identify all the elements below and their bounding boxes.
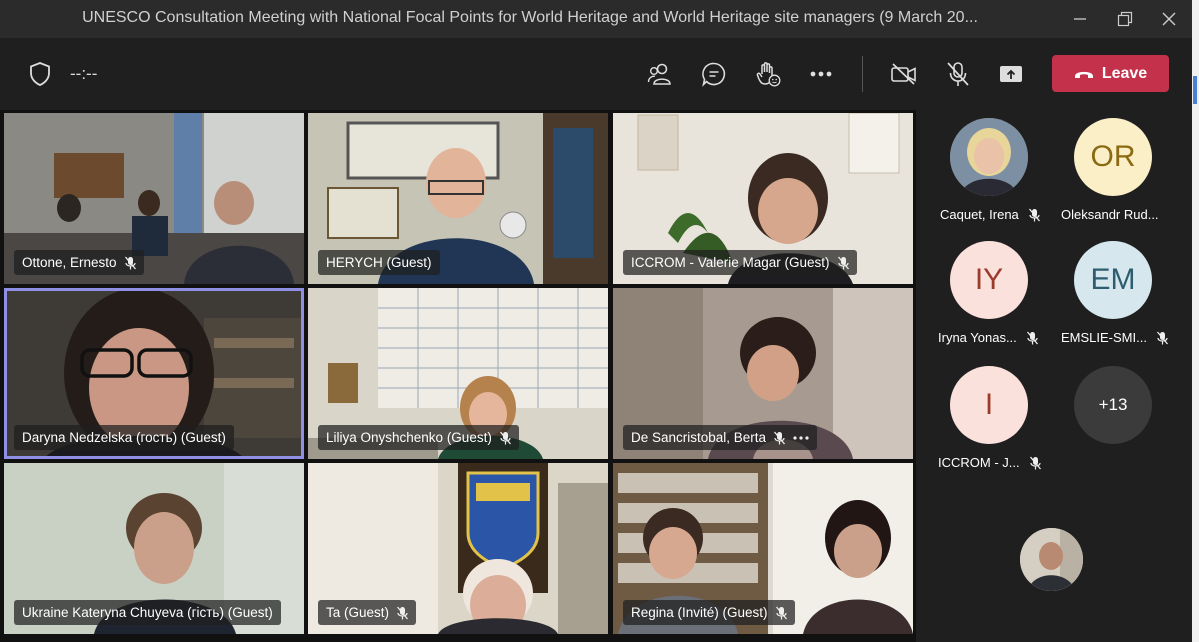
tile-label: Ottone, Ernesto	[14, 250, 144, 275]
tile-label: ICCROM - Valerie Magar (Guest)	[623, 250, 857, 275]
participant-name: ICCROM - J...	[938, 455, 1020, 470]
chat-icon[interactable]	[698, 58, 730, 90]
window-title: UNESCO Consultation Meeting with Nationa…	[82, 9, 978, 26]
tile-label: Ta (Guest)	[318, 600, 417, 625]
participant-name: Caquet, Irena	[940, 207, 1019, 222]
avatar-initials: I	[984, 388, 994, 421]
close-icon[interactable]	[1156, 6, 1182, 32]
avatar[interactable]	[950, 118, 1028, 196]
scrollbar[interactable]	[1192, 0, 1199, 642]
video-tile[interactable]: ICCROM - Valerie Magar (Guest)	[613, 113, 913, 284]
video-tile[interactable]: Ta (Guest)	[308, 463, 608, 634]
tile-label: HERYCH (Guest)	[318, 250, 440, 275]
avatar[interactable]: EM	[1074, 241, 1152, 319]
muted-mic-icon	[837, 256, 849, 269]
tile-label: Liliya Onyshchenko (Guest)	[318, 425, 519, 450]
participant-name: Ukraine Kateryna Chuyeva (гість) (Guest)	[22, 605, 273, 620]
video-tile[interactable]: Liliya Onyshchenko (Guest)	[308, 288, 608, 459]
avatar[interactable]: I	[950, 366, 1028, 444]
phone-hangup-icon	[1074, 71, 1093, 78]
participant-name: Oleksandr Rud...	[1061, 207, 1159, 222]
participant-name: Ta (Guest)	[326, 605, 390, 620]
tile-label: Ukraine Kateryna Chuyeva (гість) (Guest)	[14, 600, 281, 625]
video-tile[interactable]: Ottone, Ernesto	[4, 113, 304, 284]
participant-name: EMSLIE-SMI...	[1061, 330, 1147, 345]
meeting-timer: --:--	[70, 64, 98, 83]
scroll-thumb[interactable]	[1193, 76, 1197, 104]
meeting-toolbar: --:-- Leave	[0, 38, 1192, 110]
more-participants-button[interactable]: +13	[1074, 366, 1152, 444]
participant-name: Daryna Nedzelska (гость) (Guest)	[22, 430, 226, 445]
participant-roster: Caquet, Irena OR Oleksandr Rud... IY Iry…	[920, 110, 1192, 642]
restore-icon[interactable]	[1112, 6, 1138, 32]
participant-options-icon[interactable]	[793, 435, 809, 440]
leave-button[interactable]: Leave	[1052, 55, 1169, 92]
video-tile[interactable]: Regina (Invité) (Guest)	[613, 463, 913, 634]
share-screen-icon[interactable]	[995, 58, 1027, 90]
toolbar-divider	[862, 56, 863, 92]
participant-name: De Sancristobal, Berta	[631, 430, 767, 445]
muted-mic-icon	[1156, 331, 1168, 344]
participant-name: Regina (Invité) (Guest)	[631, 605, 768, 620]
participant-name: HERYCH (Guest)	[326, 255, 432, 270]
participant-entry: Caquet, Irena	[940, 207, 1040, 222]
avatar-initials: EM	[1090, 263, 1136, 296]
minimize-icon[interactable]	[1067, 6, 1093, 32]
avatar[interactable]: IY	[950, 241, 1028, 319]
video-tile-active-speaker[interactable]: Daryna Nedzelska (гость) (Guest)	[4, 288, 304, 459]
tile-label: Daryna Nedzelska (гость) (Guest)	[14, 425, 234, 450]
participants-icon[interactable]	[645, 58, 677, 90]
video-tile[interactable]: HERYCH (Guest)	[308, 113, 608, 284]
participant-entry: ICCROM - J...	[938, 455, 1041, 470]
participant-entry: EMSLIE-SMI...	[1061, 330, 1168, 345]
avatar[interactable]: OR	[1074, 118, 1152, 196]
muted-mic-icon	[397, 606, 409, 619]
muted-mic-icon	[774, 431, 786, 444]
more-actions-icon[interactable]	[805, 58, 837, 90]
leave-label: Leave	[1101, 64, 1148, 82]
video-tile[interactable]: De Sancristobal, Berta	[613, 288, 913, 459]
tile-label: De Sancristobal, Berta	[623, 425, 818, 450]
tile-label: Regina (Invité) (Guest)	[623, 600, 795, 625]
avatar-initials: OR	[1090, 140, 1136, 173]
participant-entry: Oleksandr Rud...	[1061, 207, 1159, 222]
muted-mic-icon	[775, 606, 787, 619]
shield-icon[interactable]	[24, 58, 56, 90]
more-participants-count: +13	[1098, 395, 1128, 414]
title-bar: UNESCO Consultation Meeting with Nationa…	[0, 0, 1192, 38]
participant-entry: Iryna Yonas...	[938, 330, 1038, 345]
participant-name: ICCROM - Valerie Magar (Guest)	[631, 255, 830, 270]
muted-mic-icon	[499, 431, 511, 444]
participant-name: Ottone, Ernesto	[22, 255, 117, 270]
muted-mic-icon	[1026, 331, 1038, 344]
participant-name: Iryna Yonas...	[938, 330, 1017, 345]
self-view-avatar[interactable]	[1020, 528, 1083, 591]
muted-mic-icon	[124, 256, 136, 269]
raise-hand-icon[interactable]	[752, 58, 784, 90]
camera-off-icon[interactable]	[888, 58, 920, 90]
muted-mic-icon	[1028, 208, 1040, 221]
video-grid: Ottone, Ernesto HERYCH (Guest) ICCROM - …	[0, 110, 916, 642]
video-tile[interactable]: Ukraine Kateryna Chuyeva (гість) (Guest)	[4, 463, 304, 634]
mic-off-icon[interactable]	[942, 58, 974, 90]
muted-mic-icon	[1029, 456, 1041, 469]
participant-name: Liliya Onyshchenko (Guest)	[326, 430, 492, 445]
avatar-initials: IY	[974, 263, 1004, 296]
